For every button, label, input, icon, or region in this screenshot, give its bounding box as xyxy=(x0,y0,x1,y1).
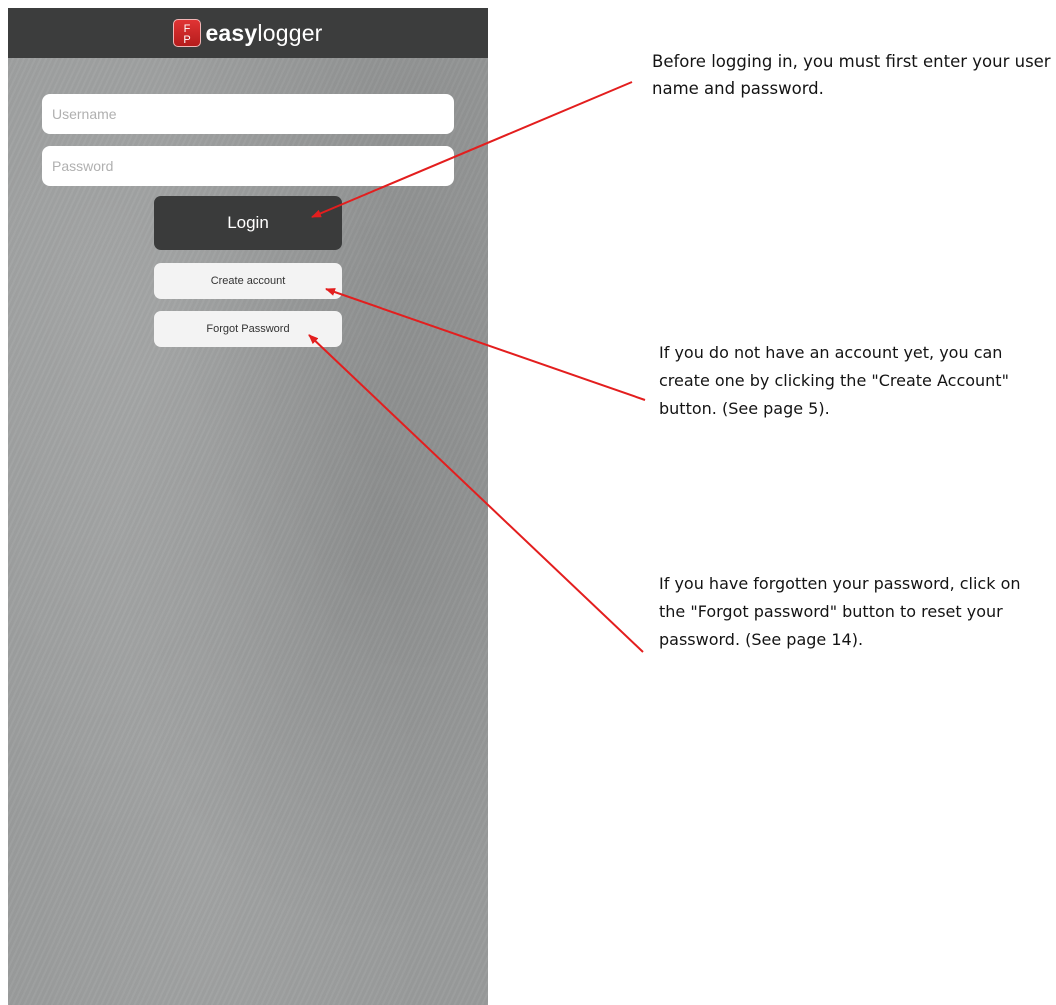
create-account-button[interactable]: Create account xyxy=(154,263,342,299)
create-account-button-label: Create account xyxy=(210,275,286,287)
forgot-password-button[interactable]: Forgot Password xyxy=(154,311,342,347)
username-input[interactable] xyxy=(42,94,454,134)
app-logo: F P easylogger xyxy=(173,19,322,47)
login-button-label: Login xyxy=(227,213,269,232)
svg-text:P: P xyxy=(184,34,191,45)
app-screen: F P easylogger Login Create account Forg… xyxy=(8,8,488,1005)
login-button[interactable]: Login xyxy=(154,196,342,250)
annotation-create-account: If you do not have an account yet, you c… xyxy=(659,343,1009,418)
app-name-light: logger xyxy=(257,19,323,46)
app-name: easylogger xyxy=(205,20,322,47)
app-logo-icon: F P xyxy=(173,19,202,47)
password-input[interactable] xyxy=(42,146,454,186)
annotation-forgot-password: If you have forgotten your password, cli… xyxy=(659,574,1021,649)
app-name-bold: easy xyxy=(205,19,258,46)
app-header: F P easylogger xyxy=(8,8,488,58)
forgot-password-button-label: Forgot Password xyxy=(206,323,290,335)
annotation-login: Before logging in, you must first enter … xyxy=(652,52,1051,98)
